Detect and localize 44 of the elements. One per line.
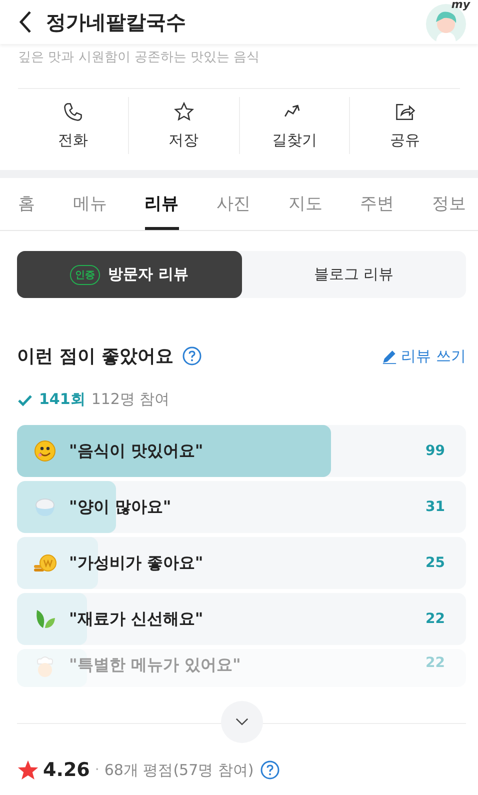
chevron-down-icon: [234, 717, 250, 727]
avatar-label: my: [451, 0, 470, 11]
keyword-label: "특별한 메뉴가 있어요": [69, 655, 241, 676]
section-title: 이런 점이 좋았어요: [17, 345, 174, 368]
keyword-count: 22: [426, 611, 445, 627]
keyword-count: 22: [426, 655, 445, 671]
write-review-link[interactable]: 리뷰 쓰기: [382, 346, 466, 366]
tab[interactable]: 주변: [360, 178, 394, 230]
keyword-label: "가성비가 좋아요": [69, 552, 204, 574]
review-type-tab[interactable]: 블로그 리뷰: [242, 251, 466, 298]
action-button[interactable]: 공유: [349, 97, 460, 154]
tab[interactable]: 리뷰: [144, 178, 179, 230]
action-button[interactable]: 길찾기: [238, 97, 350, 154]
tab[interactable]: 홈: [18, 178, 35, 230]
tab[interactable]: 지도: [288, 178, 322, 230]
keyword-label: "양이 많아요": [69, 496, 172, 518]
place-description: 깊은 맛과 시원함이 공존하는 맛있는 음식: [18, 48, 460, 89]
keyword-count: 25: [426, 555, 445, 571]
separator-dot: ·: [94, 762, 100, 778]
keyword-label: "음식이 맛있어요": [69, 440, 204, 462]
star-icon: [17, 759, 39, 781]
smiley-icon: [33, 439, 57, 463]
back-icon[interactable]: [18, 10, 32, 34]
certified-badge: 인증: [70, 264, 100, 284]
share-icon: [394, 101, 416, 123]
pencil-icon: [382, 348, 398, 364]
tab[interactable]: 정보: [432, 178, 466, 230]
keyword-label: "재료가 신선해요": [69, 608, 204, 630]
tab[interactable]: 사진: [216, 178, 250, 230]
keyword-count: 31: [426, 499, 445, 515]
tab[interactable]: 메뉴: [72, 178, 107, 230]
action-button[interactable]: 전화: [18, 97, 128, 154]
star-icon: [172, 101, 195, 123]
help-icon[interactable]: [182, 346, 202, 366]
action-button[interactable]: 저장: [128, 97, 238, 154]
keyword-count: 99: [426, 443, 445, 459]
participant-count: 112명 참여: [91, 390, 170, 409]
vote-count: 141회: [39, 390, 86, 409]
help-icon[interactable]: [260, 760, 280, 780]
rating-score: 4.26: [43, 759, 90, 781]
phone-icon: [62, 101, 84, 123]
rating-detail: 68개 평점(57명 참여): [104, 760, 254, 780]
review-type-tab[interactable]: 인증 방문자 리뷰: [17, 251, 242, 298]
place-title: 정가네팥칼국수: [46, 8, 187, 36]
